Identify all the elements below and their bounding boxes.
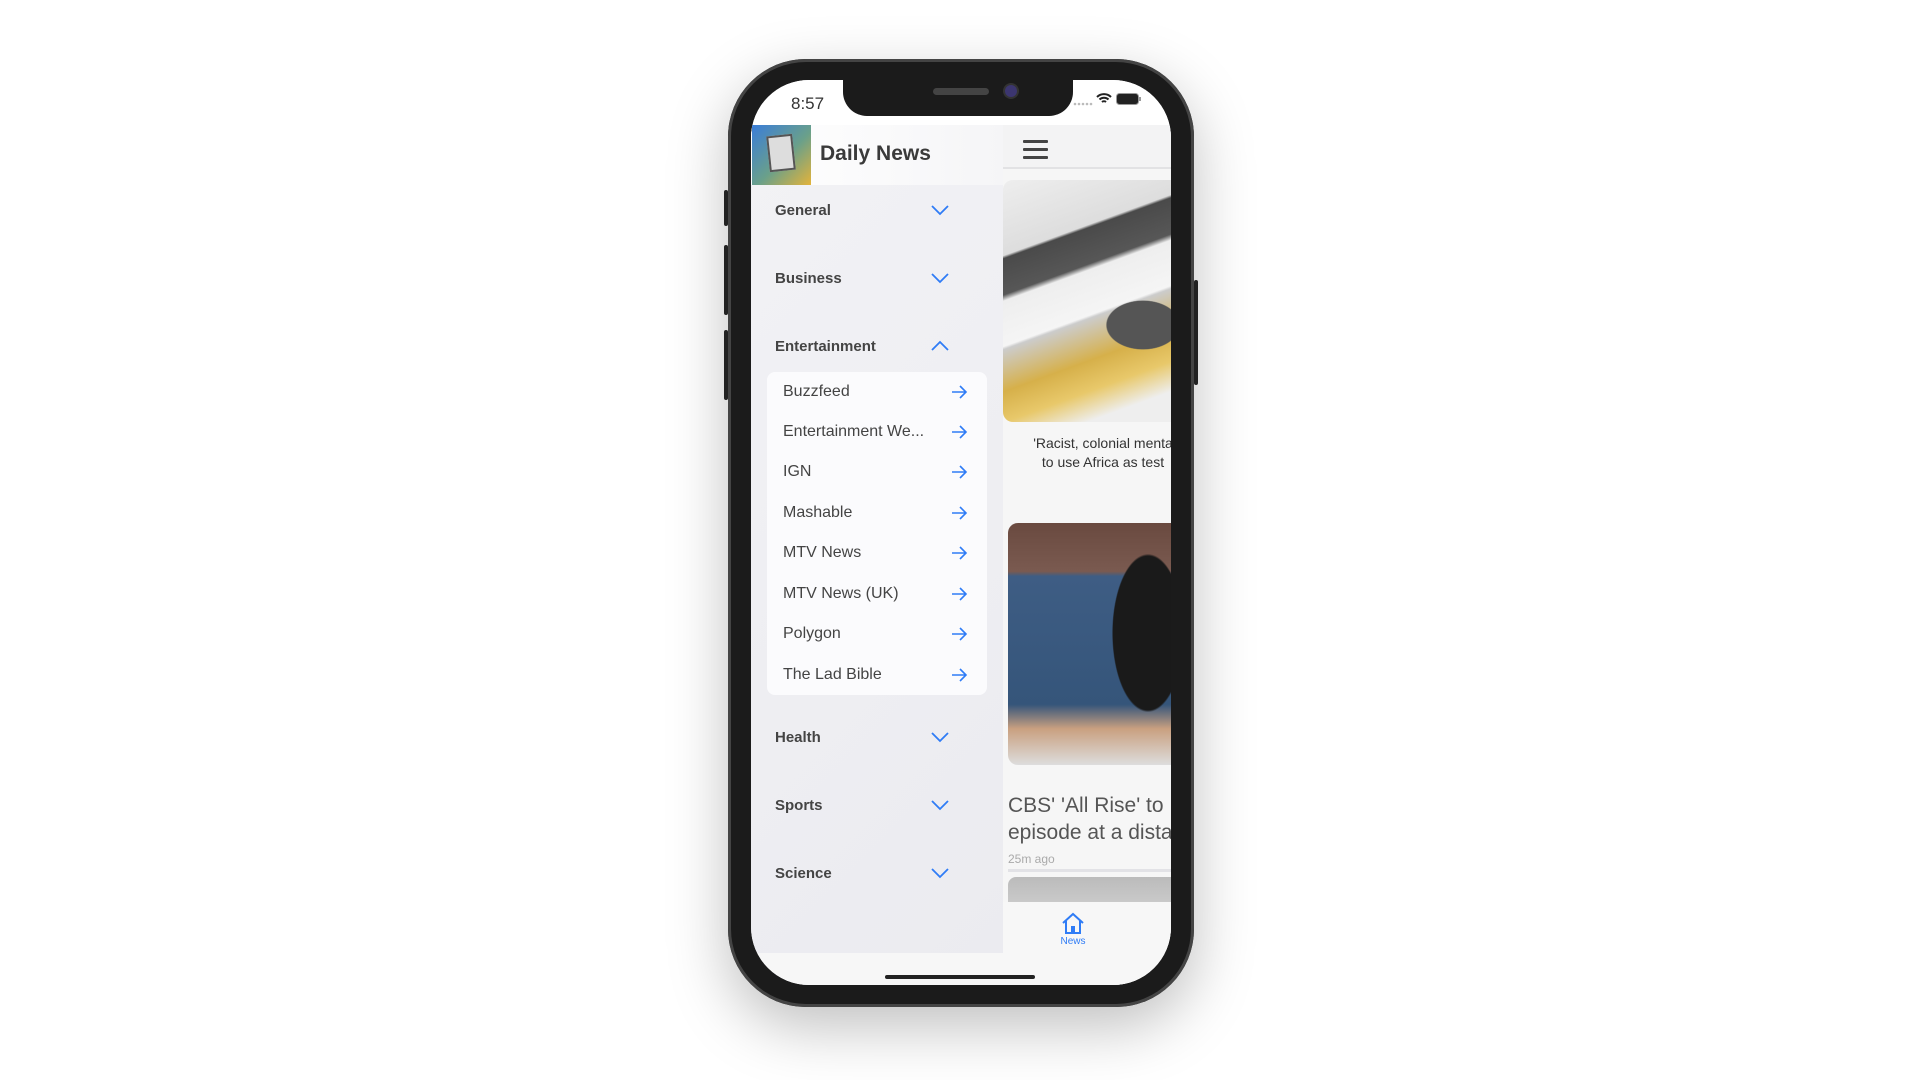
sidebar: Daily News General Business Entertainmen… bbox=[751, 125, 1003, 953]
arrow-right-icon bbox=[952, 668, 968, 682]
battery-icon bbox=[1116, 93, 1141, 105]
wifi-icon bbox=[1096, 93, 1112, 103]
volume-up-button bbox=[724, 245, 728, 315]
chevron-up-icon bbox=[931, 340, 949, 351]
home-icon bbox=[1062, 912, 1084, 934]
article-image[interactable] bbox=[1008, 523, 1171, 765]
category-entertainment[interactable]: Entertainment bbox=[751, 327, 1003, 367]
source-item-polygon[interactable]: Polygon bbox=[767, 614, 987, 654]
main-header bbox=[1003, 125, 1171, 169]
category-health[interactable]: Health bbox=[751, 718, 1003, 758]
sidebar-header: Daily News bbox=[751, 125, 1003, 185]
arrow-right-icon bbox=[952, 506, 968, 520]
source-label: MTV News bbox=[783, 544, 862, 561]
power-button bbox=[1194, 280, 1198, 385]
source-item-mtv-news-uk[interactable]: MTV News (UK) bbox=[767, 574, 987, 614]
source-item-entertainment-weekly[interactable]: Entertainment We... bbox=[767, 412, 987, 452]
app-logo bbox=[752, 125, 811, 185]
source-label: IGN bbox=[783, 463, 812, 480]
source-label: Polygon bbox=[783, 625, 841, 642]
chevron-down-icon bbox=[931, 732, 949, 743]
arrow-right-icon bbox=[952, 546, 968, 560]
home-indicator[interactable] bbox=[885, 975, 1035, 979]
category-sports[interactable]: Sports bbox=[751, 786, 1003, 826]
source-label: Mashable bbox=[783, 504, 853, 521]
speaker bbox=[933, 88, 989, 95]
status-time: 8:57 bbox=[791, 94, 825, 113]
status-bar: 8:57 bbox=[751, 80, 1171, 125]
tab-bar: News bbox=[1003, 902, 1171, 985]
entertainment-sources-list: Buzzfeed Entertainment We... IGN Mashabl… bbox=[767, 372, 987, 695]
main-content: 'Racist, colonial menta to use Africa as … bbox=[1003, 125, 1171, 985]
arrow-right-icon bbox=[952, 465, 968, 479]
source-label: MTV News (UK) bbox=[783, 585, 899, 602]
tab-news-label: News bbox=[1060, 936, 1086, 947]
camera bbox=[1005, 85, 1017, 97]
category-business[interactable]: Business bbox=[751, 259, 1003, 299]
article-headline[interactable]: CBS' 'All Rise' to episode at a dista bbox=[1008, 792, 1171, 846]
category-general[interactable]: General bbox=[751, 191, 1003, 231]
category-label: Sports bbox=[775, 797, 823, 814]
chevron-down-icon bbox=[931, 273, 949, 284]
hamburger-menu-icon[interactable] bbox=[1023, 140, 1048, 160]
chevron-down-icon bbox=[931, 205, 949, 216]
headline-line: episode at a dista bbox=[1008, 821, 1171, 844]
newspaper-icon bbox=[766, 133, 796, 173]
arrow-right-icon bbox=[952, 425, 968, 439]
volume-down-button bbox=[724, 330, 728, 400]
category-label: Health bbox=[775, 729, 821, 746]
category-label: General bbox=[775, 202, 831, 219]
chevron-down-icon bbox=[931, 800, 949, 811]
source-label: The Lad Bible bbox=[783, 666, 882, 683]
category-science[interactable]: Science bbox=[751, 854, 1003, 894]
source-item-mtv-news[interactable]: MTV News bbox=[767, 533, 987, 573]
source-item-buzzfeed[interactable]: Buzzfeed bbox=[767, 372, 987, 412]
source-item-ign[interactable]: IGN bbox=[767, 452, 987, 492]
category-label: Entertainment bbox=[775, 338, 876, 355]
app-title: Daily News bbox=[820, 142, 931, 165]
source-label: Buzzfeed bbox=[783, 383, 850, 400]
source-label: Entertainment We... bbox=[783, 423, 925, 440]
source-item-the-lad-bible[interactable]: The Lad Bible bbox=[767, 655, 987, 695]
caption-line: 'Racist, colonial menta bbox=[1033, 435, 1171, 451]
signal-icon bbox=[1073, 102, 1093, 106]
carousel-caption[interactable]: 'Racist, colonial menta to use Africa as … bbox=[1003, 434, 1171, 472]
article-time: 25m ago bbox=[1008, 852, 1055, 866]
screen: 8:57 Daily News General Business Enterta… bbox=[751, 80, 1171, 985]
category-label: Business bbox=[775, 270, 842, 287]
headline-line: CBS' 'All Rise' to bbox=[1008, 794, 1164, 817]
chevron-down-icon bbox=[931, 868, 949, 879]
caption-line: to use Africa as test bbox=[1041, 454, 1165, 470]
notch bbox=[843, 80, 1073, 116]
divider bbox=[1008, 869, 1171, 872]
sidebar-bottom bbox=[751, 953, 1003, 985]
arrow-right-icon bbox=[952, 587, 968, 601]
carousel-image[interactable] bbox=[1003, 180, 1171, 422]
arrow-right-icon bbox=[952, 385, 968, 399]
mute-switch bbox=[724, 190, 728, 226]
source-item-mashable[interactable]: Mashable bbox=[767, 493, 987, 533]
arrow-right-icon bbox=[952, 627, 968, 641]
category-label: Science bbox=[775, 865, 832, 882]
